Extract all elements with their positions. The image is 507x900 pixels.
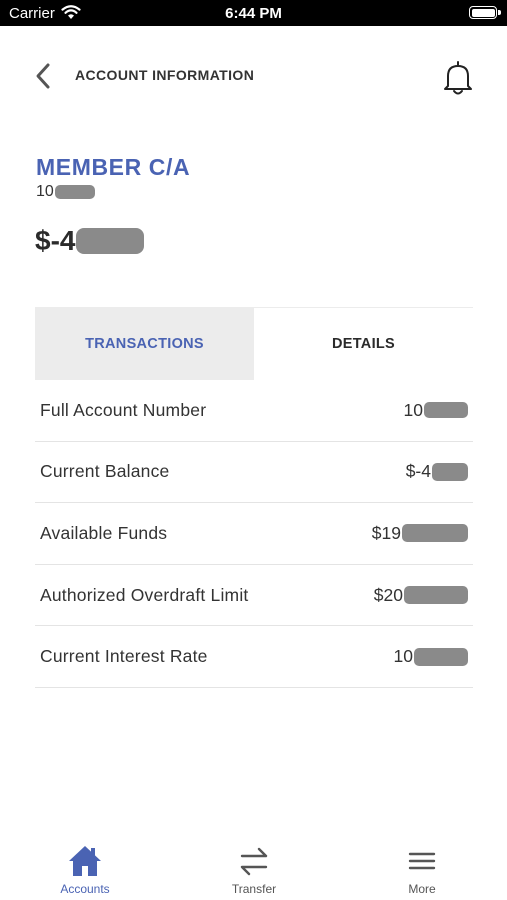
detail-value: $19	[372, 523, 468, 544]
page-title: ACCOUNT INFORMATION	[75, 67, 255, 83]
account-number-text: 10	[36, 183, 54, 200]
details-list: Full Account Number 10 Current Balance $…	[35, 380, 473, 688]
detail-label: Current Interest Rate	[40, 646, 208, 667]
detail-label: Current Balance	[40, 461, 170, 482]
clock: 6:44 PM	[225, 5, 282, 22]
list-item: Full Account Number 10	[35, 380, 473, 442]
list-item: Current Interest Rate 10	[35, 626, 473, 688]
account-balance-text: $-4	[35, 225, 76, 256]
redaction-block	[432, 462, 468, 481]
detail-value: 10	[394, 646, 468, 667]
tab-transfer[interactable]: Transfer	[194, 835, 314, 900]
redaction-block	[54, 185, 95, 199]
menu-icon	[408, 852, 436, 870]
tab-accounts-label: Accounts	[60, 882, 110, 896]
home-icon	[69, 846, 101, 876]
tab-details[interactable]: DETAILS	[254, 308, 473, 380]
segment-tabs: TRANSACTIONS DETAILS	[35, 308, 473, 380]
redaction-block	[414, 647, 468, 666]
detail-label: Available Funds	[40, 522, 168, 543]
detail-label: Full Account Number	[40, 399, 207, 420]
tab-transactions[interactable]: TRANSACTIONS	[35, 308, 254, 380]
status-bar: Carrier 6:44 PM	[0, 0, 507, 26]
battery-icon	[469, 6, 497, 19]
detail-value-text: 10	[403, 399, 423, 420]
tab-accounts[interactable]: Accounts	[25, 835, 145, 900]
account-name: MEMBER C/A	[36, 154, 191, 180]
redaction-block	[404, 586, 468, 605]
redaction-block	[424, 402, 468, 419]
tab-more[interactable]: More	[362, 835, 482, 900]
tab-transfer-label: Transfer	[231, 882, 277, 896]
detail-label: Authorized Overdraft Limit	[40, 584, 249, 605]
redaction-block	[76, 228, 145, 254]
account-balance: $-4	[35, 225, 145, 257]
detail-value-text: 10	[393, 646, 413, 667]
bell-icon[interactable]	[440, 58, 476, 98]
transfer-icon	[240, 847, 268, 876]
detail-value-text: $20	[373, 584, 403, 605]
detail-value: $20	[374, 585, 468, 606]
detail-value: 10	[404, 400, 468, 421]
redaction-block	[402, 524, 468, 543]
detail-value-text: $-4	[405, 461, 431, 482]
list-item: Available Funds $19	[35, 503, 473, 565]
battery-cap	[498, 10, 501, 15]
list-item: Authorized Overdraft Limit $20	[35, 565, 473, 627]
detail-value: $-4	[406, 461, 468, 482]
tab-more-label: More	[408, 882, 436, 896]
bottom-tab-bar: Accounts Transfer More	[0, 835, 507, 900]
account-number: 10	[36, 183, 95, 201]
list-item: Current Balance $-4	[35, 442, 473, 504]
detail-value-text: $19	[371, 522, 401, 543]
chevron-left-icon[interactable]	[32, 60, 54, 92]
